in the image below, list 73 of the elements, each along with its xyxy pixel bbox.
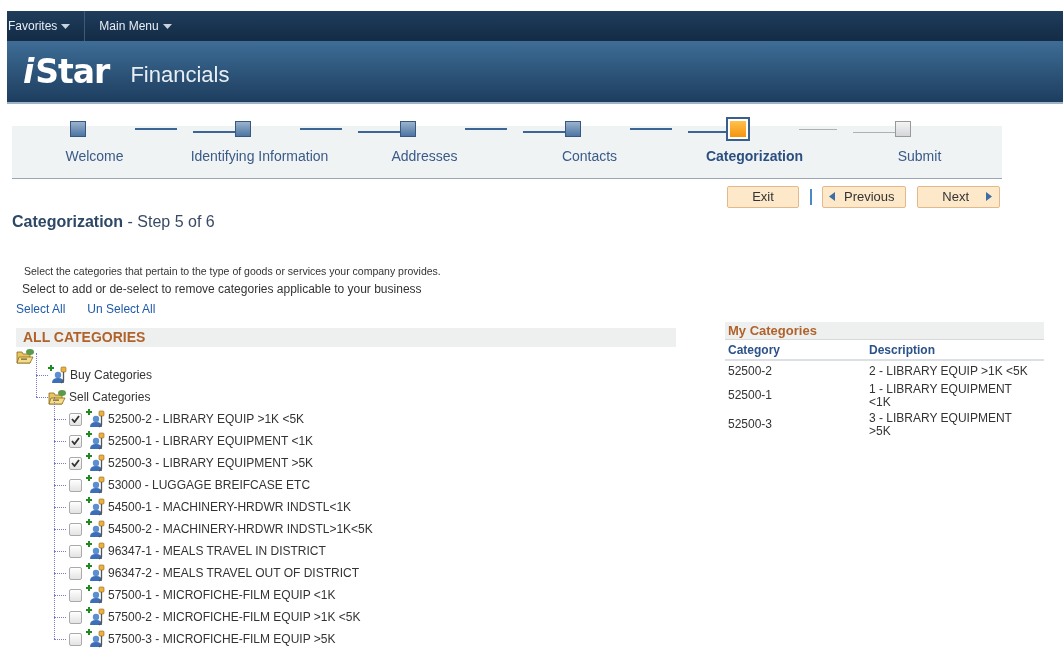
checkbox[interactable]: [69, 544, 82, 558]
person-add-icon: [86, 495, 105, 516]
instruction-text: Select to add or de-select to remove categories applicable to your business: [22, 282, 423, 296]
step-label[interactable]: Contacts: [561, 148, 618, 164]
tree-item[interactable]: 52500-1 - LIBRARY EQUIPMENT <1K: [108, 434, 314, 448]
caret-icon: [61, 23, 71, 29]
tree-item[interactable]: 57500-2 - MICROFICHE-FILM EQUIP >1K <5K: [108, 610, 361, 624]
step-label[interactable]: Submit: [897, 148, 942, 164]
menu-item[interactable]: Main Menu: [85, 11, 184, 41]
checkbox[interactable]: [69, 566, 82, 580]
person-add-icon: [86, 473, 105, 494]
link[interactable]: Un Select All: [87, 302, 156, 316]
table-cell-text: 2 - LIBRARY EQUIP >1K <5K: [868, 362, 1029, 380]
table-cell-text: 3 - LIBRARY EQUIPMENT >5K: [868, 410, 1013, 440]
tree-item[interactable]: 57500-1 - MICROFICHE-FILM EQUIP <1K: [108, 588, 336, 602]
section-header: ALL CATEGORIES: [16, 328, 676, 347]
tree-item[interactable]: 96347-1 - MEALS TRAVEL IN DISTRICT: [108, 544, 326, 558]
step-marker[interactable]: [895, 121, 911, 137]
checkbox[interactable]: [69, 522, 82, 536]
person-add-icon: [86, 539, 105, 560]
checkbox[interactable]: [69, 478, 82, 492]
person-add-icon: [86, 583, 105, 604]
logo: iStar: [23, 52, 110, 91]
person-add-icon: [86, 517, 105, 538]
tree-item[interactable]: Sell Categories: [69, 390, 151, 404]
open-folder-icon: [16, 348, 34, 364]
person-add-icon: [86, 605, 105, 626]
step-marker[interactable]: [235, 121, 251, 137]
link[interactable]: Select All: [16, 302, 66, 316]
table-cell-text: 52500-3: [727, 416, 774, 434]
left-arrow-icon: [829, 192, 835, 201]
checkbox[interactable]: [69, 434, 82, 448]
checkbox[interactable]: [69, 610, 82, 624]
person-add-icon: [86, 451, 105, 472]
person-add-icon: [86, 407, 105, 428]
step-label[interactable]: Welcome: [65, 148, 124, 164]
step-marker[interactable]: [565, 121, 581, 137]
tree-item[interactable]: 53000 - LUGGAGE BREIFCASE ETC: [108, 478, 311, 492]
exit-button[interactable]: Exit: [727, 185, 799, 208]
checkbox[interactable]: [69, 456, 82, 470]
table-cell-text: 52500-2: [727, 362, 774, 380]
previous-button[interactable]: Previous: [822, 185, 906, 208]
person-add-icon: [86, 627, 105, 648]
product-name: Financials: [130, 61, 230, 88]
person-add-icon: [86, 429, 105, 450]
checkbox[interactable]: [69, 412, 82, 426]
page-title: Categorization - Step 5 of 6: [12, 213, 216, 231]
column-header: Description: [868, 342, 936, 359]
step-marker[interactable]: [70, 121, 86, 137]
tree-item[interactable]: 57500-3 - MICROFICHE-FILM EQUIP >5K: [108, 632, 336, 646]
section-header: My Categories: [725, 322, 1044, 340]
step-label[interactable]: Addresses: [391, 148, 458, 164]
instruction-text: Select the categories that pertain to the type of goods or services your company provides.: [24, 265, 442, 277]
checkbox[interactable]: [69, 632, 82, 646]
checkbox[interactable]: [69, 588, 82, 602]
tree-item[interactable]: 52500-3 - LIBRARY EQUIPMENT >5K: [108, 456, 314, 470]
right-arrow-icon: [986, 192, 992, 201]
step-label[interactable]: Categorization: [705, 148, 804, 164]
next-button[interactable]: Next: [917, 185, 1000, 208]
tree-item[interactable]: Buy Categories: [70, 368, 153, 382]
caret-icon: [162, 23, 172, 29]
tree-item[interactable]: 54500-1 - MACHINERY-HRDWR INDSTL<1K: [108, 500, 352, 514]
step-marker[interactable]: [400, 121, 416, 137]
table-cell-text: 1 - LIBRARY EQUIPMENT <1K: [868, 381, 1013, 411]
column-header: Category: [727, 342, 781, 359]
table-cell-text: 52500-1: [727, 387, 774, 405]
step-marker[interactable]: [726, 117, 750, 141]
checkbox[interactable]: [69, 500, 82, 514]
tree-item[interactable]: 96347-2 - MEALS TRAVEL OUT OF DISTRICT: [108, 566, 359, 580]
tree-item[interactable]: 52500-2 - LIBRARY EQUIP >1K <5K: [108, 412, 305, 426]
tree-item[interactable]: 54500-2 - MACHINERY-HRDWR INDSTL>1K<5K: [108, 522, 373, 536]
step-label[interactable]: Identifying Information: [190, 148, 329, 164]
person-add-icon: [86, 561, 105, 582]
